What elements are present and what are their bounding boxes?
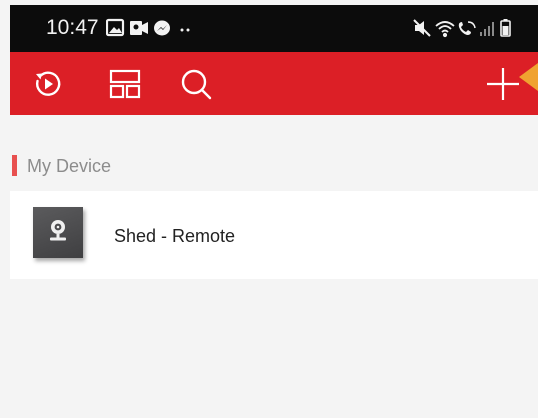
search-icon[interactable] (178, 66, 214, 102)
my-device-section-header: My Device (10, 115, 538, 191)
gallery-icon (106, 18, 125, 37)
mute-icon (413, 19, 431, 37)
status-time: 10:47 (46, 16, 99, 39)
video-call-icon (130, 21, 148, 35)
section-marker (12, 155, 17, 176)
wifi-icon (435, 21, 455, 38)
device-name: Shed - Remote (114, 226, 236, 246)
messenger-icon (154, 20, 170, 36)
section-title: My Device (27, 156, 112, 176)
device-row[interactable]: Shed - Remote (10, 191, 538, 279)
wifi-calling-icon (458, 21, 476, 35)
status-bar: 10:47 (10, 5, 538, 52)
status-left-icons (106, 18, 190, 37)
status-right-icons (413, 19, 511, 38)
device-thumbnail (33, 207, 83, 258)
add-icon[interactable] (485, 66, 521, 102)
camera-icon (50, 220, 66, 241)
battery-icon (500, 19, 511, 37)
signal-icon (480, 22, 494, 36)
more-notifications-icon (180, 28, 190, 32)
layout-icon[interactable] (107, 66, 143, 102)
playback-icon[interactable] (30, 66, 66, 102)
tooltip-pointer (519, 63, 538, 91)
app-toolbar (10, 52, 538, 115)
